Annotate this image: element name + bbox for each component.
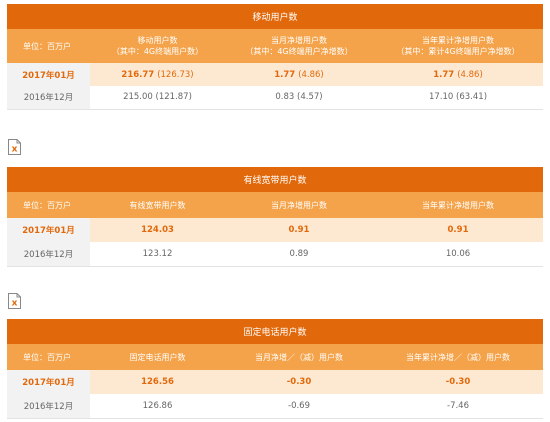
column-header: 有线宽带用户数 xyxy=(90,192,225,218)
table-header-row: 单位：百万户 有线宽带用户数 当月净增用户数 当年累计净增用户数 xyxy=(7,192,544,218)
column-header: 当年累计净增用户数 （其中：累计4G终端用户净增数） xyxy=(373,29,544,63)
table-title: 移动用户数 xyxy=(7,4,544,29)
value-cell: 1.77 (4.86) xyxy=(373,63,544,86)
value-cell: 1.77 (4.86) xyxy=(225,63,373,86)
value-cell: 0.91 xyxy=(225,218,373,242)
table-row: 2016年12月 126.86 -0.69 -7.46 xyxy=(7,394,544,419)
value-cell: 124.03 xyxy=(90,218,225,242)
column-header: 当月净增／（减）用户数 xyxy=(225,344,373,370)
landline-users-table: 固定电话用户数 单位：百万户 固定电话用户数 当月净增／（减）用户数 当年累计净… xyxy=(7,319,544,419)
unit-label: 单位：百万户 xyxy=(7,192,90,218)
value-cell: 17.10 (63.41) xyxy=(373,86,544,110)
table-title-row: 移动用户数 xyxy=(7,4,544,29)
period-cell: 2016年12月 xyxy=(7,394,90,419)
value-cell: -0.30 xyxy=(373,370,544,394)
period-cell: 2017年01月 xyxy=(7,218,90,242)
value-cell: 215.00 (121.87) xyxy=(90,86,225,110)
column-header: 当月净增用户数 xyxy=(225,192,373,218)
value-cell: 10.06 xyxy=(373,242,544,267)
value-cell: -0.69 xyxy=(225,394,373,419)
table-row: 2017年01月 216.77 (126.73) 1.77 (4.86) 1.7… xyxy=(7,63,544,86)
excel-icon[interactable]: x xyxy=(8,293,21,309)
table-row: 2016年12月 215.00 (121.87) 0.83 (4.57) 17.… xyxy=(7,86,544,110)
period-cell: 2017年01月 xyxy=(7,370,90,394)
svg-text:x: x xyxy=(12,145,18,155)
value-cell: -0.30 xyxy=(225,370,373,394)
table-header-row: 单位：百万户 移动用户数 （其中：4G终端用户数） 当月净增用户数 （其中：4G终端… xyxy=(7,29,544,63)
table-title-row: 有线宽带用户数 xyxy=(7,167,544,192)
table-row: 2017年01月 124.03 0.91 0.91 xyxy=(7,218,544,242)
mobile-users-table: 移动用户数 单位：百万户 移动用户数 （其中：4G终端用户数） 当月净增用户数 （其… xyxy=(7,4,544,110)
table-header-row: 单位：百万户 固定电话用户数 当月净增／（减）用户数 当年累计净增／（减）用户数 xyxy=(7,344,544,370)
svg-text:x: x xyxy=(12,299,18,309)
column-header: 当月净增用户数 （其中：4G终端用户净增数） xyxy=(225,29,373,63)
value-cell: 126.56 xyxy=(90,370,225,394)
table-row: 2017年01月 126.56 -0.30 -0.30 xyxy=(7,370,544,394)
broadband-users-table: 有线宽带用户数 单位：百万户 有线宽带用户数 当月净增用户数 当年累计净增用户数… xyxy=(7,167,544,267)
value-cell: 0.89 xyxy=(225,242,373,267)
table-title-row: 固定电话用户数 xyxy=(7,319,544,344)
column-header: 移动用户数 （其中：4G终端用户数） xyxy=(90,29,225,63)
period-cell: 2017年01月 xyxy=(7,63,90,86)
column-header: 固定电话用户数 xyxy=(90,344,225,370)
value-cell: 0.91 xyxy=(373,218,544,242)
unit-label: 单位：百万户 xyxy=(7,344,90,370)
value-cell: 216.77 (126.73) xyxy=(90,63,225,86)
table-row: 2016年12月 123.12 0.89 10.06 xyxy=(7,242,544,267)
unit-label: 单位：百万户 xyxy=(7,29,90,63)
excel-icon[interactable]: x xyxy=(8,139,21,155)
period-cell: 2016年12月 xyxy=(7,86,90,110)
value-cell: 126.86 xyxy=(90,394,225,419)
value-cell: 123.12 xyxy=(90,242,225,267)
period-cell: 2016年12月 xyxy=(7,242,90,267)
table-title: 固定电话用户数 xyxy=(7,319,544,344)
column-header: 当年累计净增用户数 xyxy=(373,192,544,218)
value-cell: 0.83 (4.57) xyxy=(225,86,373,110)
value-cell: -7.46 xyxy=(373,394,544,419)
table-title: 有线宽带用户数 xyxy=(7,167,544,192)
column-header: 当年累计净增／（减）用户数 xyxy=(373,344,544,370)
